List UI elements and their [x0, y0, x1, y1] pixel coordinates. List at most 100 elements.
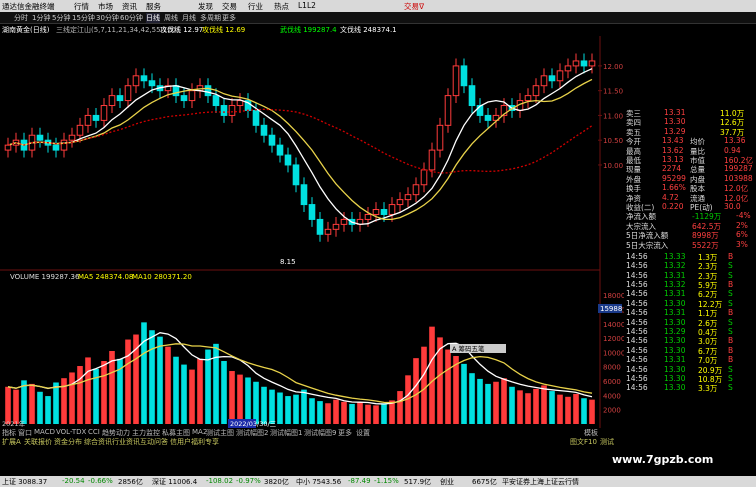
tab-qa[interactable]: 互动问答	[140, 437, 168, 447]
f10-button[interactable]: 图文F10	[570, 437, 597, 447]
stat-value: 1.66%	[662, 183, 686, 193]
tab-monthly[interactable]: 月线	[182, 13, 196, 23]
candle-body	[100, 105, 108, 121]
tick-row[interactable]: 14:56 13.30 20.9万 S	[624, 365, 756, 375]
volume-bar	[493, 381, 499, 424]
indicator-value-3: 武伐线 199287.4	[280, 26, 337, 34]
tick-price: 13.30	[664, 374, 686, 384]
candle-body	[268, 134, 276, 146]
stat-row[interactable]: 换手 1.66% 股本 12.0亿	[624, 183, 756, 193]
volume-bar	[221, 361, 227, 424]
tick-row[interactable]: 14:56 13.30 2.6万 S	[624, 318, 756, 328]
tick-row[interactable]: 14:56 13.30 3.3万 S	[624, 383, 756, 393]
tab-general-news[interactable]: 综合资讯	[84, 437, 112, 447]
stat-row[interactable]: 净资 4.72 流通 12.0亿	[624, 193, 756, 203]
volume-bar	[213, 343, 219, 424]
tab-weekly[interactable]: 周线	[164, 13, 178, 23]
candle-body	[588, 60, 596, 67]
stat-row[interactable]: 现量 2274 总量 199287	[624, 164, 756, 174]
stat-row[interactable]: 今开 13.43 均价 13.36	[624, 136, 756, 146]
price-volume-chart[interactable]: 12.00 11.50 11.00 10.50 10.00 8.15 VOLUME 19…	[0, 36, 624, 428]
volume-bar	[237, 374, 243, 424]
sz-index[interactable]: 深证 11006.4	[152, 477, 197, 487]
tab-ma2[interactable]: MA2	[192, 428, 207, 436]
candle-body	[172, 85, 180, 97]
menu-service[interactable]: 服务	[146, 1, 161, 12]
tab-fund-distribution[interactable]: 资金分布	[54, 437, 82, 447]
zx-amount: 517.9亿	[404, 478, 432, 486]
stat-row[interactable]: 最高 13.62 量比 0.94	[624, 146, 756, 156]
candle-body	[220, 105, 228, 116]
tick-row[interactable]: 14:56 13.31 1.1万 B	[624, 308, 756, 318]
tab-vol-tdx[interactable]: VOL-TDX	[56, 428, 86, 436]
tab-linked-quote[interactable]: 关联报价	[24, 437, 52, 447]
candle-body	[404, 194, 412, 201]
candle-body	[340, 218, 348, 225]
flow-row[interactable]: 净流入额 -1129万 -4%	[624, 211, 756, 221]
tick-side: S	[728, 298, 733, 308]
tick-row[interactable]: 14:56 13.30 12.2万 S	[624, 298, 756, 309]
stat-row[interactable]: 最低 13.13 市值 160.2亿	[624, 155, 756, 165]
tick-row[interactable]: 14:56 13.33 1.3万 B	[624, 252, 756, 262]
tab-60min[interactable]: 60分钟	[120, 13, 143, 23]
menu-news[interactable]: 资讯	[122, 1, 137, 12]
tab-macd[interactable]: MACD	[34, 428, 55, 436]
volume-bar	[477, 378, 483, 424]
tick-row[interactable]: 14:56 13.30 6.7万 B	[624, 346, 756, 356]
cy-index[interactable]: 创业	[440, 477, 454, 487]
flow-row[interactable]: 5日净流入额 8998万 6%	[624, 230, 756, 240]
flow-row[interactable]: 5日大宗流入 5522万 3%	[624, 240, 756, 250]
tab-30min[interactable]: 30分钟	[96, 13, 119, 23]
menu-exchange[interactable]: 市场	[98, 1, 113, 12]
candle-body	[60, 139, 68, 151]
tick-row[interactable]: 14:56 13.29 0.4万 S	[624, 327, 756, 337]
ask-row[interactable]: 卖三 13.31 11.0万	[624, 108, 756, 118]
menu-market[interactable]: 行情	[74, 1, 89, 12]
zx-index[interactable]: 中小 7543.56	[296, 477, 341, 487]
stat-row[interactable]: 收益(二) 0.220 PE(动) 30.0	[624, 202, 756, 212]
volume-bar	[581, 398, 587, 424]
volume-bar	[189, 369, 195, 424]
tab-cci[interactable]: CCI	[88, 428, 100, 436]
trade-dropdown[interactable]: 交易ᐁ	[404, 1, 424, 12]
tab-5min[interactable]: 5分钟	[52, 13, 70, 23]
tick-row[interactable]: 14:56 13.32 5.9万 B	[624, 280, 756, 290]
flow-row[interactable]: 大宗流入 642.5万 2%	[624, 221, 756, 231]
tab-daily[interactable]: 日线	[146, 13, 160, 23]
candle-body	[148, 80, 156, 87]
date-label: 2022/03/30/三	[230, 420, 277, 428]
tab-ext-a[interactable]: 扩展A	[2, 437, 21, 447]
tab-multi-period[interactable]: 多周期	[200, 13, 221, 23]
menu-industry[interactable]: 行业	[248, 1, 263, 12]
menu-trade[interactable]: 交易	[222, 1, 237, 12]
stock-name: 湖南黄金(日线)	[2, 26, 50, 34]
tab-15min[interactable]: 15分钟	[72, 13, 95, 23]
menu-l1l2[interactable]: L1L2	[298, 1, 316, 10]
stat-row[interactable]: 外盘 95299 内盘 103988	[624, 174, 756, 184]
tab-more[interactable]: 更多	[222, 13, 236, 23]
tick-row[interactable]: 14:56 13.31 6.2万 S	[624, 289, 756, 299]
tick-row[interactable]: 14:56 13.31 2.3万 S	[624, 270, 756, 281]
sh-index[interactable]: 上证 3088.37	[2, 477, 47, 487]
tab-benefits[interactable]: 信用户福利专享	[170, 437, 219, 447]
tick-time: 14:56	[626, 327, 648, 337]
tab-industry-news[interactable]: 行业资讯	[112, 437, 140, 447]
ask-row[interactable]: 卖四 13.30 12.6万	[624, 117, 756, 127]
tick-time: 14:56	[626, 270, 648, 280]
tick-row[interactable]: 14:56 13.32 2.3万 S	[624, 261, 756, 271]
test-button[interactable]: 测试	[600, 437, 614, 447]
tab-timeshare[interactable]: 分时	[14, 13, 28, 23]
popup-label[interactable]: A 筹码五笔	[452, 344, 485, 353]
menu-discover[interactable]: 发现	[198, 1, 213, 12]
candle-body	[532, 85, 540, 97]
ask-row[interactable]: 卖五 13.29 37.7万	[624, 127, 756, 137]
tick-row[interactable]: 14:56 13.31 7.0万 B	[624, 355, 756, 365]
volume-bar	[197, 358, 203, 424]
volume-bar	[413, 358, 419, 424]
tab-1min[interactable]: 1分钟	[32, 13, 50, 23]
volume-bar	[301, 389, 307, 424]
menu-hotspot[interactable]: 热点	[274, 1, 289, 12]
tick-row[interactable]: 14:56 13.30 10.8万 S	[624, 374, 756, 384]
tick-row[interactable]: 14:56 13.30 3.0万 B	[624, 336, 756, 346]
volume-bar	[205, 349, 211, 424]
